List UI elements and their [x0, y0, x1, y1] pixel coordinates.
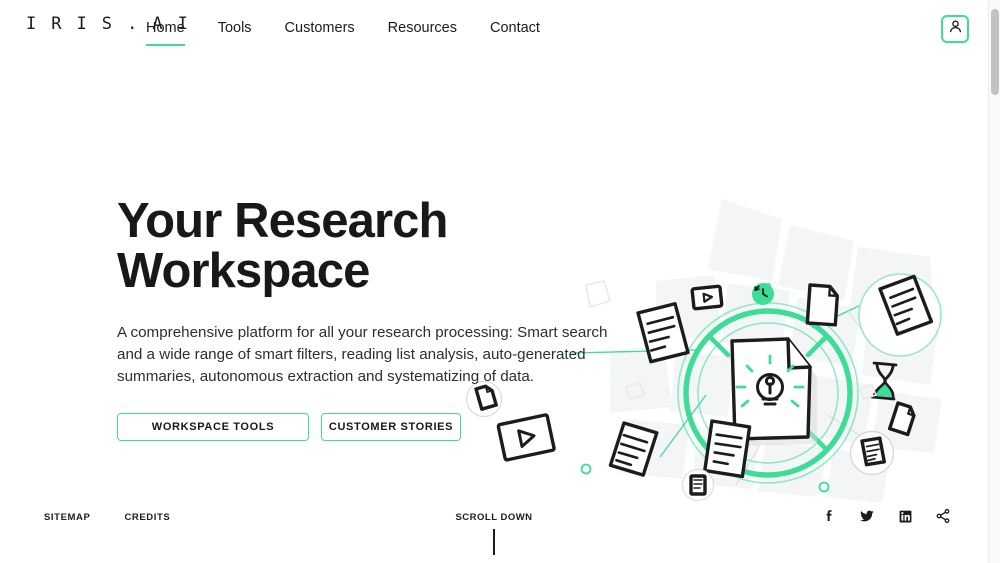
- hero-subtitle: A comprehensive platform for all your re…: [117, 324, 608, 385]
- twitter-icon[interactable]: [858, 507, 876, 525]
- customer-stories-button[interactable]: CUSTOMER STORIES: [321, 413, 461, 441]
- scroll-down-line: [493, 529, 495, 555]
- nav-item-label: Tools: [217, 20, 252, 36]
- linkedin-icon[interactable]: [896, 507, 914, 525]
- page-scrollbar[interactable]: [988, 0, 1000, 563]
- social-links: [820, 507, 952, 525]
- account-button[interactable]: [941, 15, 969, 43]
- page-title: Your Research Workspace: [117, 194, 448, 298]
- note-icon: [849, 430, 895, 476]
- main-navigation: Home Tools Customers Resources Contact: [146, 18, 540, 46]
- document-circle-icon: [858, 273, 942, 357]
- nav-item-label: Home: [146, 20, 185, 36]
- hero-section: Your Research Workspace A comprehensive …: [117, 196, 657, 441]
- video-play-icon: [690, 284, 724, 311]
- workspace-tools-button[interactable]: WORKSPACE TOOLS: [117, 413, 309, 441]
- site-footer: SITEMAP CREDITS SCROLL DOWN: [0, 501, 988, 563]
- scroll-down-label: SCROLL DOWN: [455, 512, 533, 523]
- note-icon: [681, 468, 715, 502]
- nav-item-label: Resources: [387, 20, 457, 36]
- facebook-icon[interactable]: [820, 507, 838, 525]
- nav-item-contact[interactable]: Contact: [490, 18, 540, 46]
- nav-item-label: Customers: [284, 20, 355, 36]
- site-header: I R I S . A I Home Tools Customers Resou…: [0, 0, 988, 58]
- hero-cta-row: WORKSPACE TOOLS CUSTOMER STORIES: [117, 413, 657, 441]
- nav-item-customers[interactable]: Customers: [285, 18, 355, 46]
- blank-page-icon: [805, 283, 840, 327]
- page-root: I R I S . A I Home Tools Customers Resou…: [0, 0, 1000, 563]
- user-account-icon: [947, 18, 964, 40]
- nav-item-label: Contact: [489, 20, 540, 36]
- scrollbar-thumb[interactable]: [991, 9, 999, 95]
- browser-viewport: I R I S . A I Home Tools Customers Resou…: [0, 0, 988, 563]
- nav-item-home[interactable]: Home: [146, 18, 185, 46]
- nav-item-tools[interactable]: Tools: [218, 18, 252, 46]
- document-lines-icon: [703, 419, 752, 479]
- share-icon[interactable]: [934, 507, 952, 525]
- nav-item-resources[interactable]: Resources: [388, 18, 457, 46]
